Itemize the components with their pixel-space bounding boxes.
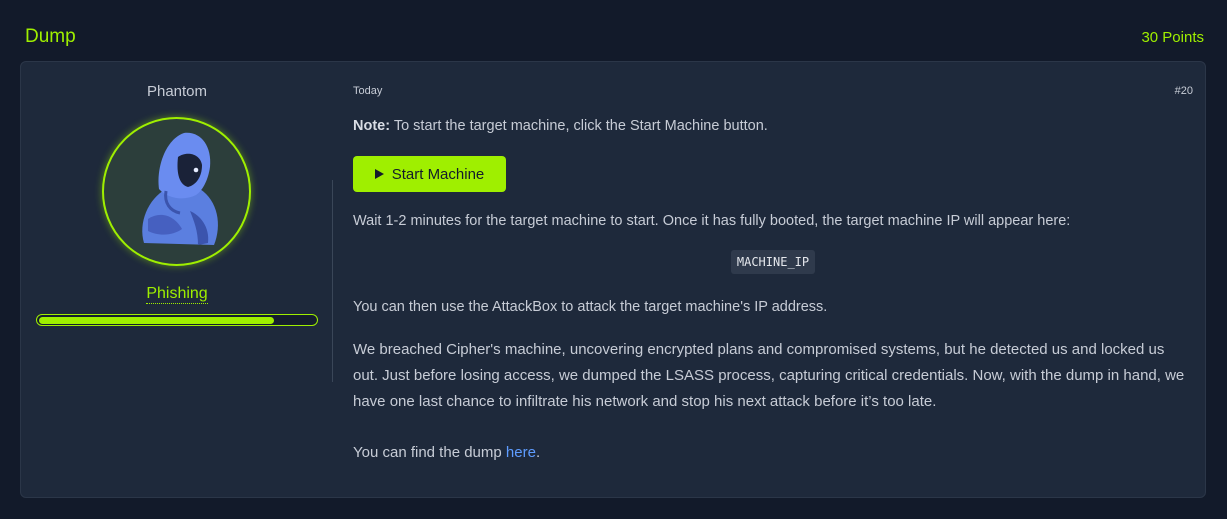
- task-points: 30 Points: [1141, 29, 1204, 46]
- find-suffix: .: [535, 444, 541, 461]
- author-panel: Phantom Phishing: [21, 62, 333, 497]
- rank-label[interactable]: Phishing: [146, 285, 208, 304]
- machine-ip-row: MACHINE_IP: [353, 250, 1193, 274]
- machine-ip[interactable]: MACHINE_IP: [730, 250, 816, 274]
- start-machine-label: Start Machine: [391, 165, 485, 183]
- divider: [332, 180, 333, 382]
- note-label: Note:: [353, 118, 391, 134]
- author-name[interactable]: Phantom: [21, 83, 333, 100]
- find-prefix: You can find the dump: [353, 444, 506, 461]
- rank-progress-bar: [36, 314, 318, 326]
- play-icon: [374, 169, 384, 179]
- post-number[interactable]: #20: [1175, 85, 1193, 97]
- post-content: Today #20 Note: To start the target mach…: [353, 62, 1193, 497]
- post-date: Today: [353, 85, 383, 97]
- dump-link[interactable]: here: [506, 444, 536, 461]
- task-card: Phantom Phishing Today #20 Note: To star…: [20, 61, 1206, 498]
- rank-progress-fill: [38, 316, 274, 324]
- wait-text: Wait 1-2 minutes for the target machine …: [353, 213, 1071, 229]
- task-title: Dump: [25, 26, 76, 47]
- note-text: Note: To start the target machine, click…: [353, 118, 768, 134]
- find-dump-text: You can find the dump here.: [353, 444, 540, 461]
- start-machine-button[interactable]: Start Machine: [353, 156, 506, 192]
- author-rank: Phishing: [21, 285, 333, 304]
- note-body: To start the target machine, click the S…: [390, 118, 768, 134]
- hooded-figure-icon: [142, 132, 218, 245]
- story-text: We breached Cipher's machine, uncovering…: [353, 341, 1185, 410]
- avatar[interactable]: [102, 117, 251, 266]
- attackbox-text: You can then use the AttackBox to attack…: [353, 299, 828, 315]
- task-header: Dump 30 Points: [0, 0, 1227, 62]
